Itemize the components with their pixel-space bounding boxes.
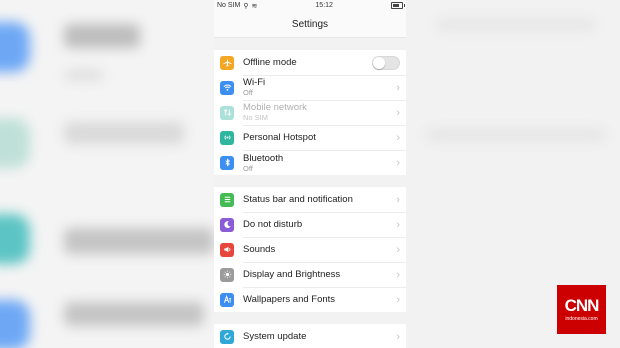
moon-icon bbox=[220, 217, 234, 232]
settings-item-text: Bluetooth Off bbox=[243, 150, 406, 175]
settings-item-offline-mode[interactable]: Offline mode bbox=[214, 50, 406, 76]
toggle-knob bbox=[373, 56, 385, 69]
offline-mode-toggle[interactable] bbox=[372, 55, 400, 70]
cnn-indonesia-logo: CNN indonesia.com bbox=[557, 285, 606, 334]
battery-icon bbox=[390, 2, 405, 9]
settings-list: Offline mode Wi-Fi Off › Mobile network No SI… bbox=[214, 50, 406, 348]
settings-item-text: System update bbox=[243, 324, 406, 348]
settings-item-text: Personal Hotspot bbox=[243, 125, 406, 151]
chevron-right-icon: › bbox=[396, 193, 400, 206]
chevron-right-icon: › bbox=[396, 156, 400, 169]
chevron-right-icon: › bbox=[396, 293, 400, 306]
chevron-right-icon: › bbox=[396, 218, 400, 231]
settings-item-text: Sounds bbox=[243, 237, 406, 263]
settings-item-label: Mobile network bbox=[243, 102, 307, 113]
logo-subtitle: indonesia.com bbox=[565, 316, 598, 322]
blurred-left-panel bbox=[0, 0, 214, 348]
settings-item-display-and-brightness[interactable]: Display and Brightness › bbox=[214, 262, 406, 288]
settings-item-status-bar-and-notification[interactable]: Status bar and notification › bbox=[214, 187, 406, 213]
hotspot-icon bbox=[220, 130, 234, 145]
brightness-icon bbox=[220, 267, 234, 282]
mobile-network-icon bbox=[220, 105, 234, 120]
carrier-label: No SIM bbox=[217, 2, 241, 9]
settings-item-wallpapers-and-fonts[interactable]: Wallpapers and Fonts › bbox=[214, 287, 406, 312]
settings-item-label: Sounds bbox=[243, 243, 276, 255]
page-title: Settings bbox=[214, 11, 406, 38]
bluetooth-icon bbox=[220, 155, 234, 170]
settings-item-text: Wallpapers and Fonts bbox=[243, 287, 406, 312]
signal-icon: ≋ bbox=[251, 2, 258, 10]
usb-icon: ⚲ bbox=[243, 2, 249, 10]
chevron-right-icon: › bbox=[396, 131, 400, 144]
update-icon bbox=[220, 329, 234, 344]
settings-item-personal-hotspot[interactable]: Personal Hotspot › bbox=[214, 125, 406, 151]
wifi-icon bbox=[220, 80, 234, 95]
settings-item-label: Do not disturb bbox=[243, 218, 303, 230]
phone-screen: No SIM ⚲ ≋ 15:12 Settings Offline mode Wi… bbox=[214, 0, 406, 348]
settings-item-status: No SIM bbox=[243, 113, 269, 122]
settings-item-status: Off bbox=[243, 163, 253, 173]
settings-item-bluetooth[interactable]: Bluetooth Off › bbox=[214, 150, 406, 175]
settings-group: Offline mode Wi-Fi Off › Mobile network No SI… bbox=[214, 50, 406, 175]
settings-item-label: Display and Brightness bbox=[243, 268, 341, 280]
chevron-right-icon: › bbox=[396, 81, 400, 94]
settings-group: Status bar and notification › Do not distu… bbox=[214, 187, 406, 312]
chevron-right-icon: › bbox=[396, 330, 400, 343]
settings-item-label: Wi-Fi bbox=[243, 77, 266, 88]
settings-item-label: Personal Hotspot bbox=[243, 131, 316, 143]
airplane-icon bbox=[220, 55, 234, 70]
settings-item-do-not-disturb[interactable]: Do not disturb › bbox=[214, 212, 406, 238]
logo-wordmark: CNN bbox=[564, 296, 600, 315]
settings-item-sounds[interactable]: Sounds › bbox=[214, 237, 406, 263]
chevron-right-icon: › bbox=[396, 106, 400, 119]
settings-item-label: System update bbox=[243, 331, 307, 342]
settings-item-mobile-network: Mobile network No SIM › bbox=[214, 100, 406, 126]
settings-item-label: Status bar and notification bbox=[243, 193, 353, 205]
status-bar: No SIM ⚲ ≋ 15:12 bbox=[214, 0, 406, 11]
settings-item-text: Display and Brightness bbox=[243, 262, 406, 288]
settings-item-system-update[interactable]: System update › bbox=[214, 324, 406, 348]
settings-group: System update › bbox=[214, 324, 406, 348]
speaker-icon bbox=[220, 242, 234, 257]
settings-item-text: Mobile network No SIM bbox=[243, 100, 406, 126]
chevron-right-icon: › bbox=[396, 243, 400, 256]
settings-item-wi-fi[interactable]: Wi-Fi Off › bbox=[214, 75, 406, 101]
wallpaper-font-icon bbox=[220, 292, 234, 307]
settings-item-text: Do not disturb bbox=[243, 212, 406, 238]
settings-item-label: Wallpapers and Fonts bbox=[243, 294, 336, 305]
settings-item-text: Status bar and notification bbox=[243, 187, 406, 213]
chevron-right-icon: › bbox=[396, 268, 400, 281]
settings-item-label: Bluetooth bbox=[243, 152, 284, 164]
status-bar-icon bbox=[220, 192, 234, 207]
settings-item-status: Off bbox=[243, 88, 253, 97]
settings-item-text: Wi-Fi Off bbox=[243, 75, 406, 101]
clock: 15:12 bbox=[315, 2, 333, 9]
